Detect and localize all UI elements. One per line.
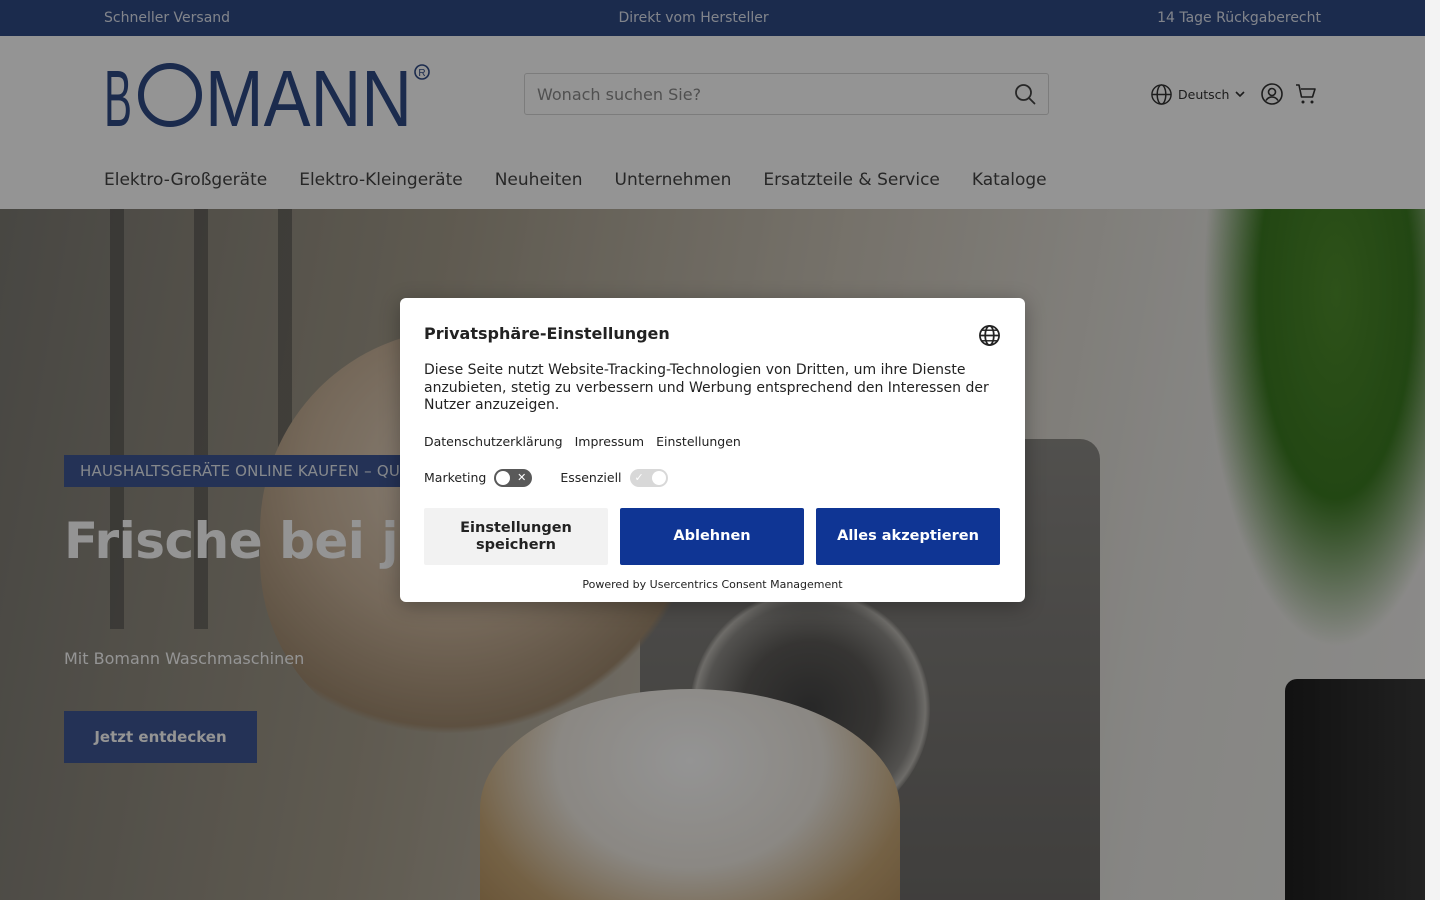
accept-all-button[interactable]: Alles akzeptieren <box>816 508 1000 565</box>
link-datenschutz[interactable]: Datenschutzerklärung <box>424 434 563 449</box>
consent-buttons: Einstellungen speichern Ablehnen Alles a… <box>424 508 1000 565</box>
consent-description: Diese Seite nutzt Website-Tracking-Techn… <box>424 362 989 413</box>
save-settings-button[interactable]: Einstellungen speichern <box>424 508 608 565</box>
consent-title: Privatsphäre-Einstellungen <box>424 324 670 343</box>
consent-dialog: Privatsphäre-Einstellungen Diese Seite n… <box>400 298 1025 602</box>
check-icon: ✓ <box>634 470 644 484</box>
marketing-toggle[interactable]: ✕ <box>494 468 533 487</box>
link-einstellungen[interactable]: Einstellungen <box>656 434 741 449</box>
toggle-label-marketing: Marketing <box>424 470 487 485</box>
consent-links: Datenschutzerklärung Impressum Einstellu… <box>424 434 1001 449</box>
powered-by-text: Powered by Usercentrics Consent Manageme… <box>582 578 843 591</box>
deny-button[interactable]: Ablehnen <box>620 508 804 565</box>
consent-toggles: Marketing ✕ Essenziell ✓ <box>424 468 1001 487</box>
close-icon: ✕ <box>517 470 527 484</box>
page-scrollbar[interactable] <box>1425 0 1440 900</box>
link-impressum[interactable]: Impressum <box>575 434 644 449</box>
language-globe-icon[interactable] <box>978 324 1001 351</box>
toggle-knob <box>651 470 666 485</box>
essential-toggle: ✓ <box>629 468 668 487</box>
toggle-knob <box>496 470 511 485</box>
toggle-label-essenziell: Essenziell <box>560 470 622 485</box>
